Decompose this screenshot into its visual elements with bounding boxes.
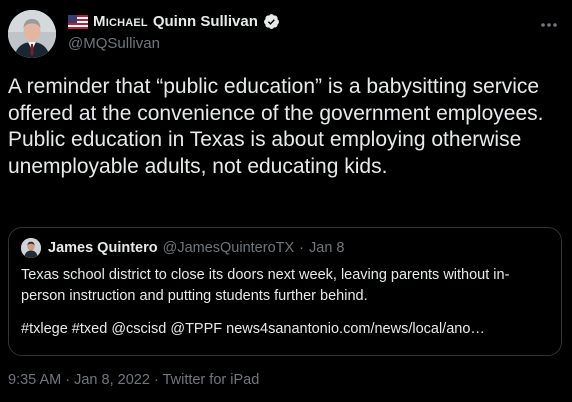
quoted-tweet-header: James Quintero @JamesQuinteroTX · Jan 8	[21, 238, 345, 258]
quoted-link: news4sanantonio.com/news/local/ano…	[226, 321, 485, 337]
mention-tppf: @TPPF	[170, 321, 223, 337]
tweet-source[interactable]: Twitter for iPad	[163, 372, 260, 388]
author-avatar[interactable]	[8, 10, 56, 58]
quoted-separator: ·	[299, 240, 305, 256]
mention-cscisd: @cscisd	[111, 321, 167, 337]
author-handle[interactable]: @MQSullivan	[68, 35, 160, 52]
tweet: Michael Quinn Sullivan @MQSullivan A rem…	[0, 0, 572, 402]
us-flag-icon	[68, 14, 88, 29]
quoted-author-avatar	[21, 238, 41, 258]
quoted-tweet[interactable]: James Quintero @JamesQuinteroTX · Jan 8 …	[8, 227, 562, 356]
tweet-footer: 9:35 AM · Jan 8, 2022 · Twitter for iPad	[8, 372, 259, 388]
quoted-author-name: James Quintero	[48, 240, 158, 256]
verified-badge-icon	[263, 13, 280, 30]
tweet-header: Michael Quinn Sullivan @MQSullivan	[8, 10, 564, 58]
footer-separator: ·	[65, 372, 71, 388]
author-name[interactable]: Michael Quinn Sullivan	[68, 13, 280, 30]
quoted-date: Jan 8	[309, 240, 345, 256]
tweet-time[interactable]: 9:35 AM	[8, 372, 61, 388]
author-name-rest: Quinn Sullivan	[152, 13, 258, 30]
hashtag-txed: #txed	[71, 321, 108, 337]
quoted-tweet-links: #txlege #txed @cscisd @TPPF news4sananto…	[21, 321, 551, 337]
footer-separator-2: ·	[153, 372, 159, 388]
author-name-first: Michael	[93, 13, 148, 30]
more-options-icon[interactable]	[538, 14, 560, 36]
tweet-text: A reminder that “public education” is a …	[8, 75, 544, 178]
quoted-tweet-text: Texas school district to close its doors…	[21, 267, 510, 304]
hashtag-txlege: #txlege	[21, 321, 68, 337]
tweet-date[interactable]: Jan 8, 2022	[74, 372, 150, 388]
quoted-author-handle: @JamesQuinteroTX	[162, 240, 295, 256]
